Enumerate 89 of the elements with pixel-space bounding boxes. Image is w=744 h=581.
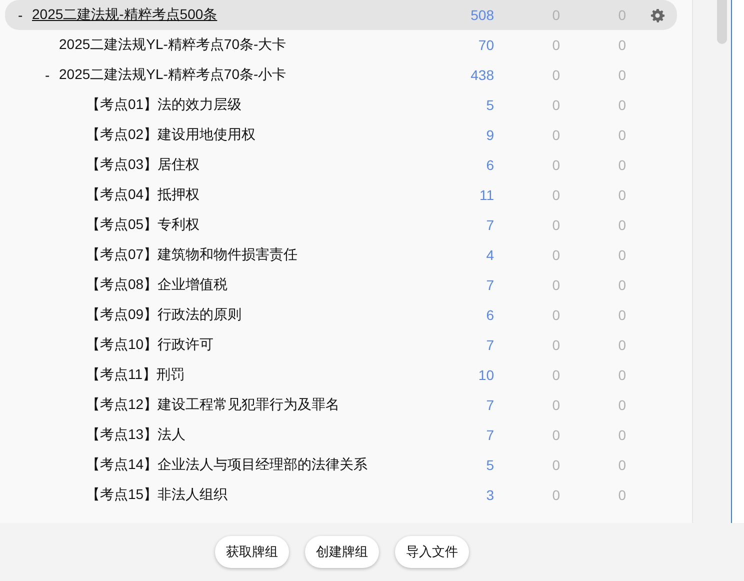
deck-row[interactable]: 【考点10】行政许可 7 0 0	[5, 330, 677, 360]
new-count: 0	[551, 337, 560, 353]
review-count: 0	[617, 67, 626, 83]
due-count: 4	[485, 247, 494, 263]
deck-row[interactable]: 【考点03】居住权 6 0 0	[5, 150, 677, 180]
review-count: 0	[617, 487, 626, 503]
review-count: 0	[617, 187, 626, 203]
due-count: 7	[485, 397, 494, 413]
deck-row[interactable]: 【考点01】法的效力层级 5 0 0	[5, 90, 677, 120]
new-count: 0	[551, 277, 560, 293]
deck-row[interactable]: 【考点04】抵押权 11 0 0	[5, 180, 677, 210]
deck-name[interactable]: 【考点01】法的效力层级	[86, 96, 242, 114]
due-count: 508	[470, 7, 494, 23]
due-count: 10	[477, 367, 494, 383]
deck-name[interactable]: 【考点05】专利权	[86, 216, 200, 234]
deck-name[interactable]: 【考点15】非法人组织	[86, 486, 228, 504]
review-count: 0	[617, 37, 626, 53]
deck-name[interactable]: 【考点09】行政法的原则	[86, 306, 242, 324]
deck-action-button[interactable]: 导入文件	[395, 536, 469, 568]
new-count: 0	[551, 427, 560, 443]
new-count: 0	[551, 307, 560, 323]
review-count: 0	[617, 97, 626, 113]
due-count: 70	[477, 37, 494, 53]
deck-row[interactable]: 【考点02】建设用地使用权 9 0 0	[5, 120, 677, 150]
review-count: 0	[617, 337, 626, 353]
review-count: 0	[617, 127, 626, 143]
review-count: 0	[617, 247, 626, 263]
review-count: 0	[617, 457, 626, 473]
deck-name[interactable]: 【考点07】建筑物和物件损害责任	[86, 246, 298, 264]
new-count: 0	[551, 397, 560, 413]
deck-action-button[interactable]: 获取牌组	[215, 536, 289, 568]
deck-name[interactable]: 【考点04】抵押权	[86, 186, 200, 204]
deck-name[interactable]: 2025二建法规YL-精粹考点70条-小卡	[59, 66, 286, 84]
deck-row[interactable]: 【考点09】行政法的原则 6 0 0	[5, 300, 677, 330]
deck-row[interactable]: 【考点15】非法人组织 3 0 0	[5, 480, 677, 510]
deck-name[interactable]: 【考点13】法人	[86, 426, 186, 444]
review-count: 0	[617, 367, 626, 383]
new-count: 0	[551, 67, 560, 83]
due-count: 7	[485, 277, 494, 293]
new-count: 0	[551, 127, 560, 143]
review-count: 0	[617, 277, 626, 293]
deck-row[interactable]: 【考点12】建设工程常见犯罪行为及罪名 7 0 0	[5, 390, 677, 420]
deck-name[interactable]: 2025二建法规YL-精粹考点70条-大卡	[59, 36, 286, 54]
new-count: 0	[551, 37, 560, 53]
deck-name[interactable]: 【考点11】刑罚	[86, 366, 185, 384]
review-count: 0	[617, 307, 626, 323]
due-count: 7	[485, 217, 494, 233]
deck-name[interactable]: 2025二建法规-精粹考点500条	[32, 6, 218, 24]
deck-row[interactable]: 【考点13】法人 7 0 0	[5, 420, 677, 450]
deck-name[interactable]: 【考点03】居住权	[86, 156, 200, 174]
deck-row[interactable]: 【考点11】刑罚 10 0 0	[5, 360, 677, 390]
review-count: 0	[617, 427, 626, 443]
collapse-toggle[interactable]: -	[18, 7, 32, 23]
deck-name[interactable]: 【考点14】企业法人与项目经理部的法律关系	[86, 456, 368, 474]
deck-name[interactable]: 【考点08】企业增值税	[86, 276, 228, 294]
due-count: 11	[478, 187, 494, 203]
deck-row[interactable]: 2025二建法规YL-精粹考点70条-大卡 70 0 0	[5, 30, 677, 60]
review-count: 0	[617, 397, 626, 413]
deck-row[interactable]: 【考点05】专利权 7 0 0	[5, 210, 677, 240]
deck-name[interactable]: 【考点10】行政许可	[86, 336, 214, 354]
due-count: 5	[485, 457, 494, 473]
due-count: 438	[470, 67, 494, 83]
collapse-toggle[interactable]: -	[45, 67, 59, 83]
due-count: 7	[485, 427, 494, 443]
new-count: 0	[551, 487, 560, 503]
due-count: 6	[485, 157, 494, 173]
deck-row[interactable]: 【考点08】企业增值税 7 0 0	[5, 270, 677, 300]
new-count: 0	[551, 217, 560, 233]
new-count: 0	[551, 97, 560, 113]
review-count: 0	[617, 157, 626, 173]
new-count: 0	[551, 187, 560, 203]
new-count: 0	[551, 457, 560, 473]
deck-name[interactable]: 【考点02】建设用地使用权	[86, 126, 256, 144]
new-count: 0	[551, 247, 560, 263]
due-count: 7	[485, 337, 494, 353]
deck-row[interactable]: - 2025二建法规YL-精粹考点70条-小卡 438 0 0	[5, 60, 677, 90]
due-count: 5	[485, 97, 494, 113]
deck-row[interactable]: 【考点14】企业法人与项目经理部的法律关系 5 0 0	[5, 450, 677, 480]
new-count: 0	[551, 157, 560, 173]
due-count: 6	[485, 307, 494, 323]
due-count: 3	[485, 487, 494, 503]
review-count: 0	[617, 217, 626, 233]
deck-row[interactable]: 【考点07】建筑物和物件损害责任 4 0 0	[5, 240, 677, 270]
scrollbar-thumb[interactable]	[717, 0, 727, 44]
new-count: 0	[551, 367, 560, 383]
due-count: 9	[485, 127, 494, 143]
deck-name[interactable]: 【考点12】建设工程常见犯罪行为及罪名	[86, 396, 340, 414]
settings-icon[interactable]	[650, 8, 665, 22]
deck-action-button[interactable]: 创建牌组	[305, 536, 379, 568]
